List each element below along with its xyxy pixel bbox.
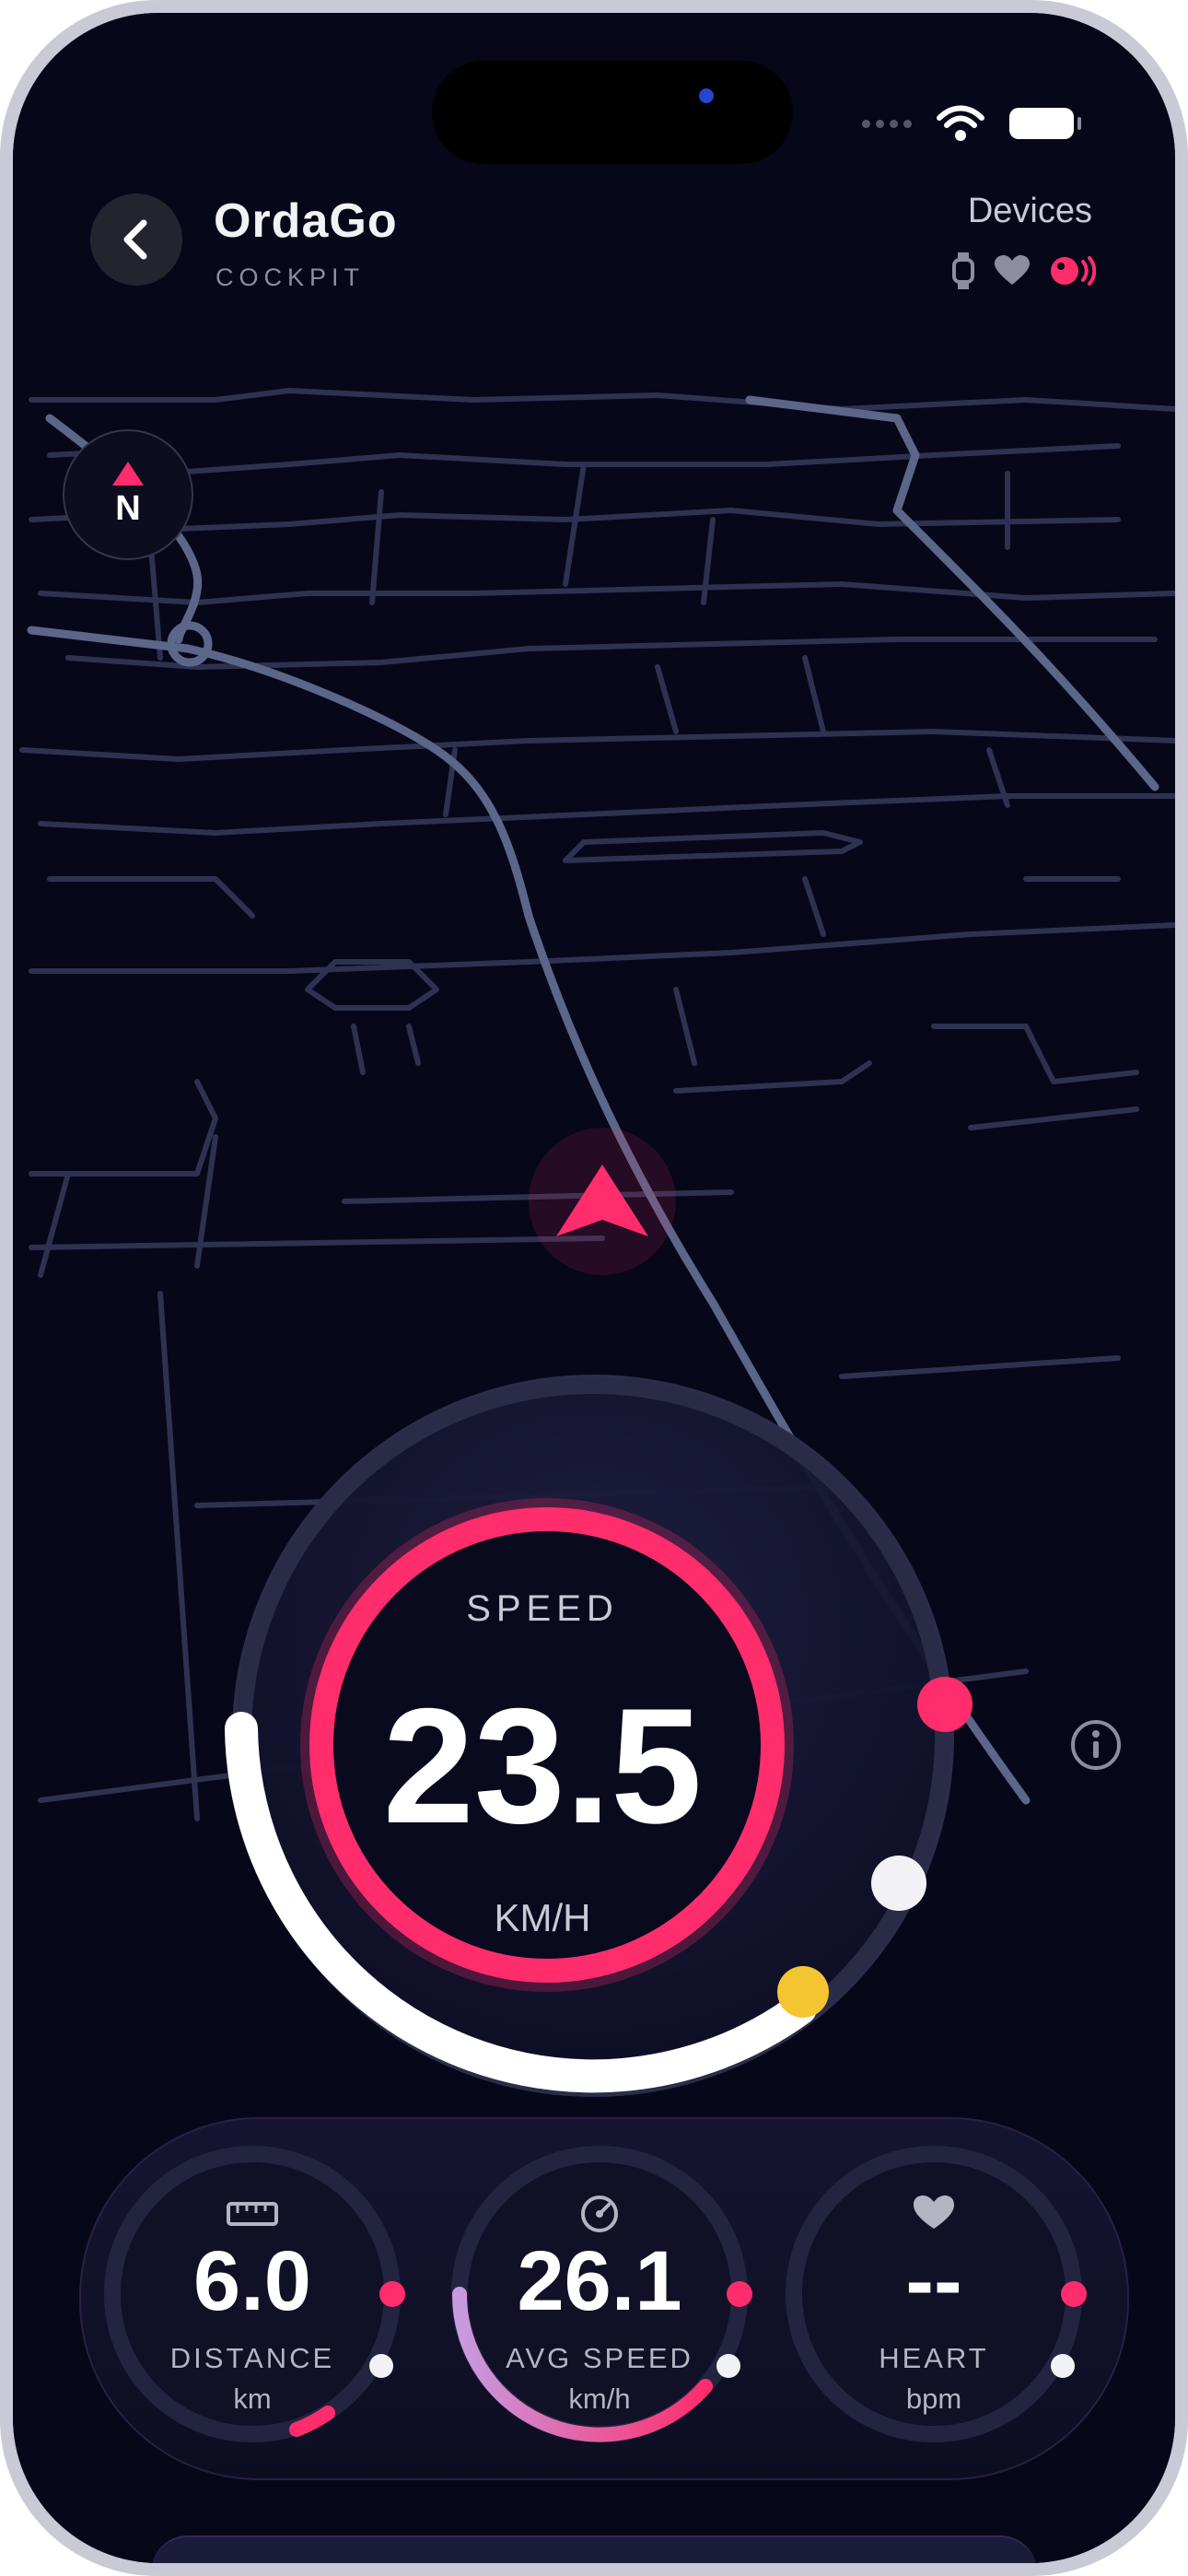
avg-speed-unit: km/h bbox=[568, 2383, 631, 2415]
back-button[interactable] bbox=[90, 193, 182, 286]
map[interactable] bbox=[13, 363, 1175, 1856]
stat-heart[interactable]: -- HEART bpm bbox=[777, 2137, 1090, 2451]
phone-frame: N OrdaGo COCKPIT Devices SPEED 23.5 KM/H… bbox=[0, 0, 1188, 2576]
app-subtitle: COCKPIT bbox=[215, 263, 366, 291]
bottom-sheet-handle[interactable] bbox=[151, 2535, 1037, 2563]
screen: N OrdaGo COCKPIT Devices SPEED 23.5 KM/H… bbox=[13, 13, 1175, 2563]
distance-label: DISTANCE bbox=[169, 2342, 335, 2374]
distance-unit: km bbox=[233, 2383, 272, 2415]
speedometer-icon bbox=[581, 2195, 618, 2232]
heart-icon bbox=[914, 2195, 954, 2229]
north-arrow-icon bbox=[112, 461, 144, 486]
heart-icon bbox=[995, 255, 1030, 285]
speed-unit: KM/H bbox=[494, 1896, 591, 1939]
stat-avg-speed[interactable]: 26.1 AVG SPEED km/h bbox=[443, 2137, 756, 2451]
compass-label: N bbox=[115, 488, 141, 528]
heart-unit: bpm bbox=[905, 2383, 962, 2415]
watch-icon bbox=[952, 252, 974, 289]
speed-value: 23.5 bbox=[382, 1674, 703, 1857]
dynamic-island bbox=[432, 61, 793, 164]
compass-button[interactable]: N bbox=[63, 429, 193, 560]
avg-speed-label: AVG SPEED bbox=[506, 2342, 693, 2374]
stat-distance[interactable]: 6.0 DISTANCE km bbox=[96, 2137, 409, 2451]
battery-icon bbox=[1009, 108, 1081, 139]
signal-icon bbox=[862, 119, 912, 128]
status-bar bbox=[862, 105, 1081, 142]
location-arrow-icon bbox=[529, 1128, 676, 1275]
chevron-left-icon bbox=[123, 219, 147, 260]
heart-value: -- bbox=[905, 2234, 962, 2328]
front-camera bbox=[699, 88, 714, 103]
device-status-icons[interactable] bbox=[952, 252, 1096, 289]
app-title: OrdaGo bbox=[214, 194, 398, 248]
speed-sensor-icon bbox=[1051, 256, 1096, 286]
speed-label: SPEED bbox=[466, 1588, 619, 1629]
heart-label: HEART bbox=[879, 2342, 989, 2374]
ruler-icon bbox=[227, 2202, 278, 2226]
wifi-icon bbox=[937, 105, 984, 141]
header: OrdaGo COCKPIT Devices bbox=[13, 188, 1175, 299]
info-icon[interactable] bbox=[1070, 1719, 1122, 1771]
avg-speed-value: 26.1 bbox=[517, 2234, 682, 2328]
devices-label[interactable]: Devices bbox=[968, 192, 1092, 231]
distance-value: 6.0 bbox=[193, 2234, 311, 2328]
